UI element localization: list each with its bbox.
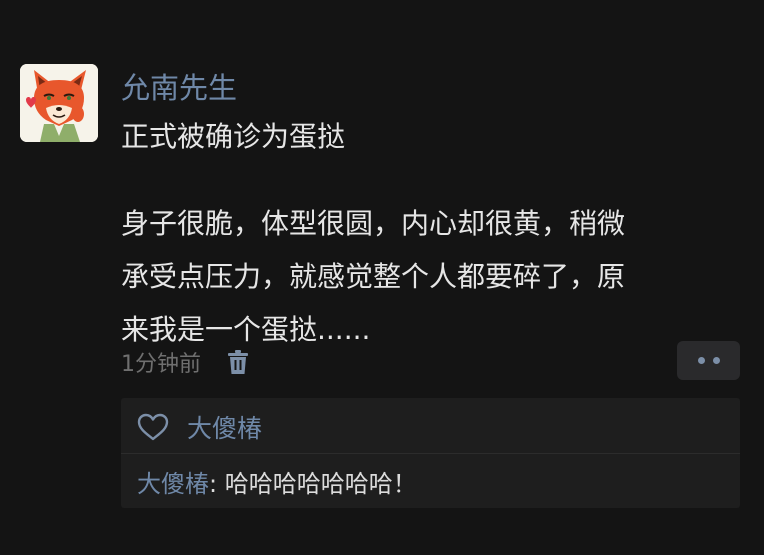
divider — [121, 453, 740, 454]
post-title-line: 正式被确诊为蛋挞 — [121, 120, 346, 153]
heart-outline-icon — [137, 413, 169, 441]
trash-icon[interactable] — [227, 349, 249, 375]
likes-row: 大傻椿 — [137, 408, 262, 446]
comment-text: 哈哈哈哈哈哈哈！ — [224, 470, 417, 498]
liker-name[interactable]: 大傻椿 — [187, 409, 262, 445]
post-content: 正式被确诊为蛋挞 身子很脆，体型很圆，内心却很黄，稍微 承受点压力，就感觉整个人… — [121, 118, 746, 356]
post-timestamp: 1分钟前 — [121, 352, 201, 377]
comment-separator: : — [209, 470, 225, 498]
commenter-name[interactable]: 大傻椿 — [137, 470, 209, 498]
fox-avatar-icon — [20, 64, 98, 142]
ellipsis-icon — [697, 357, 705, 364]
ellipsis-icon — [712, 357, 720, 364]
post-body-line: 身子很脆，体型很圆，内心却很黄，稍微 — [121, 207, 626, 240]
post-meta: 1分钟前 — [121, 345, 249, 379]
avatar[interactable] — [20, 64, 98, 142]
post-body-line: 承受点压力，就感觉整个人都要碎了，原 — [121, 260, 626, 293]
more-actions-button[interactable] — [677, 341, 740, 380]
moments-post: 允南先生 正式被确诊为蛋挞 身子很脆，体型很圆，内心却很黄，稍微 承受点压力，就… — [0, 0, 764, 555]
comment-item[interactable]: 大傻椿: 哈哈哈哈哈哈哈！ — [137, 466, 417, 502]
post-author-name[interactable]: 允南先生 — [121, 66, 237, 110]
likes-comments-panel: 大傻椿 大傻椿: 哈哈哈哈哈哈哈！ — [121, 398, 740, 508]
